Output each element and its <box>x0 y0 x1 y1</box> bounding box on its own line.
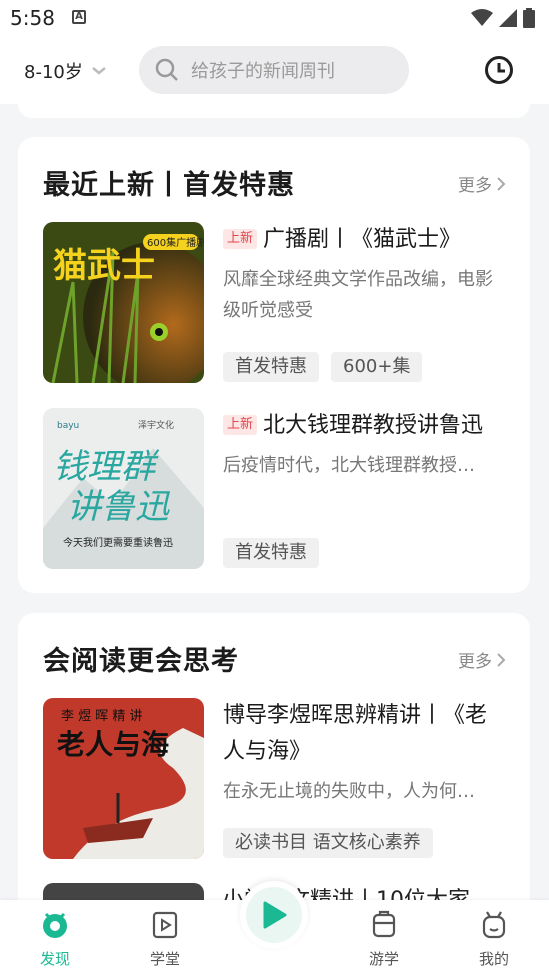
age-selector[interactable]: 8-10岁 <box>24 58 107 84</box>
tag: 600+集 <box>331 352 423 382</box>
list-item[interactable]: 李 煜 晖 精 讲 老人与海 博导李煜晖思辨精讲丨《老人与海》 在永无止境的失败… <box>43 698 513 860</box>
item-title-text: 北大钱理群教授讲鲁迅 <box>263 413 484 438</box>
tab-classroom[interactable]: 学堂 <box>135 910 195 969</box>
cover-title-text: 猫武士 <box>53 246 155 286</box>
item-title: 上新 广播剧丨《猫武士》 <box>223 222 508 258</box>
tab-label: 发现 <box>39 950 70 968</box>
item-description: 在永无止境的失败中，人为何… <box>223 781 475 802</box>
section-title: 最近上新丨首发特惠 <box>43 170 295 201</box>
status-time: 5:58 <box>10 6 55 30</box>
item-info: 博导李煜晖思辨精讲丨《老人与海》 在永无止境的失败中，人为何… <box>223 698 508 807</box>
more-link[interactable]: 更多 <box>458 171 506 196</box>
item-tags: 必读书目 语文核心素养 <box>223 828 433 858</box>
cover-title-line2: 讲鲁迅 <box>67 487 171 527</box>
tab-study-tour[interactable]: 游学 <box>354 910 414 969</box>
notification-icon: A <box>72 10 86 24</box>
search-icon <box>155 58 178 81</box>
study-tour-icon <box>372 910 396 938</box>
item-info: 上新 广播剧丨《猫武士》 风靡全球经典文学作品改编，电影级听觉感受 <box>223 222 508 326</box>
item-title-text: 博导李煜晖思辨精讲丨《老人与海》 <box>223 703 488 764</box>
bottom-tab-bar: 发现 学堂 游学 我的 <box>0 881 549 976</box>
search-input[interactable]: 给孩子的新闻周刊 <box>139 46 409 94</box>
system-icons <box>471 8 535 28</box>
cover-subtitle: 今天我们更需要重读鲁迅 <box>63 536 173 549</box>
cover-art: bayu 泽宇文化 钱理群 讲鲁迅 今天我们更需要重读鲁迅 <box>43 408 204 569</box>
cover-brand2: 泽宇文化 <box>138 419 174 431</box>
new-badge: 上新 <box>223 229 258 249</box>
section-new-releases: 最近上新丨首发特惠 更多 猫武士 600集广播剧 上新 广播剧丨《猫武士》 风靡… <box>18 137 530 593</box>
item-tags: 首发特惠 <box>223 538 319 568</box>
item-title: 博导李煜晖思辨精讲丨《老人与海》 <box>223 698 508 770</box>
list-item[interactable]: bayu 泽宇文化 钱理群 讲鲁迅 今天我们更需要重读鲁迅 上新 北大钱理群教授讲… <box>43 408 513 570</box>
list-item[interactable]: 猫武士 600集广播剧 上新 广播剧丨《猫武士》 风靡全球经典文学作品改编，电影级… <box>43 222 513 384</box>
play-icon <box>263 901 287 929</box>
more-link[interactable]: 更多 <box>458 647 506 672</box>
section-reading-thinking: 会阅读更会思考 更多 李 煜 晖 精 讲 老人与海 博导李煜晖思辨精讲丨《老人与… <box>18 613 530 913</box>
cover-title-text: 老人与海 <box>57 728 169 761</box>
cover-brand: bayu <box>57 421 79 431</box>
tab-profile[interactable]: 我的 <box>464 910 524 969</box>
top-bar: 8-10岁 给孩子的新闻周刊 <box>0 36 549 104</box>
discover-icon <box>43 912 67 938</box>
tag: 首发特惠 <box>223 538 319 568</box>
cover-corner-text: 600集广播剧 <box>147 236 204 249</box>
chevron-right-icon <box>497 652 506 667</box>
more-label: 更多 <box>458 652 492 672</box>
age-label: 8-10岁 <box>24 62 83 83</box>
more-label: 更多 <box>458 176 492 196</box>
item-info: 上新 北大钱理群教授讲鲁迅 后疫情时代，北大钱理群教授… <box>223 408 508 481</box>
classroom-icon <box>152 911 178 939</box>
item-description: 风靡全球经典文学作品改编，电影级听觉感受 <box>223 269 493 321</box>
item-tags: 首发特惠 600+集 <box>223 352 423 382</box>
search-placeholder: 给孩子的新闻周刊 <box>191 61 335 82</box>
previous-card-bottom <box>18 104 530 118</box>
play-button-inner <box>246 887 302 943</box>
cover-title-line1: 钱理群 <box>53 447 160 487</box>
section-title: 会阅读更会思考 <box>43 646 239 677</box>
tab-label: 学堂 <box>149 950 180 968</box>
item-title-text: 广播剧丨《猫武士》 <box>263 227 462 252</box>
chevron-right-icon <box>497 176 506 191</box>
new-badge: 上新 <box>223 415 258 435</box>
profile-icon <box>482 911 506 939</box>
status-bar: 5:58 A <box>0 0 549 36</box>
tag: 必读书目 语文核心素养 <box>223 828 433 858</box>
cover-art: 李 煜 晖 精 讲 老人与海 <box>43 698 204 859</box>
cover-top-text: 李 煜 晖 精 讲 <box>61 709 143 724</box>
battery-icon <box>523 8 535 28</box>
cover-image-warriors: 猫武士 600集广播剧 <box>43 222 204 383</box>
history-clock-icon[interactable] <box>484 55 514 85</box>
tab-label: 游学 <box>368 950 399 968</box>
play-button[interactable] <box>240 881 308 949</box>
wifi-icon <box>471 9 493 26</box>
chevron-down-icon <box>92 67 106 75</box>
tab-label: 我的 <box>478 950 509 968</box>
item-description: 后疫情时代，北大钱理群教授… <box>223 455 475 476</box>
cover-art: 猫武士 600集广播剧 <box>43 222 204 383</box>
tab-discover[interactable]: 发现 <box>25 910 85 969</box>
cover-image-luxun: bayu 泽宇文化 钱理群 讲鲁迅 今天我们更需要重读鲁迅 <box>43 408 204 569</box>
tag: 首发特惠 <box>223 352 319 382</box>
cover-image-old-man-sea: 李 煜 晖 精 讲 老人与海 <box>43 698 204 859</box>
item-title: 上新 北大钱理群教授讲鲁迅 <box>223 408 508 444</box>
signal-icon <box>499 9 517 27</box>
